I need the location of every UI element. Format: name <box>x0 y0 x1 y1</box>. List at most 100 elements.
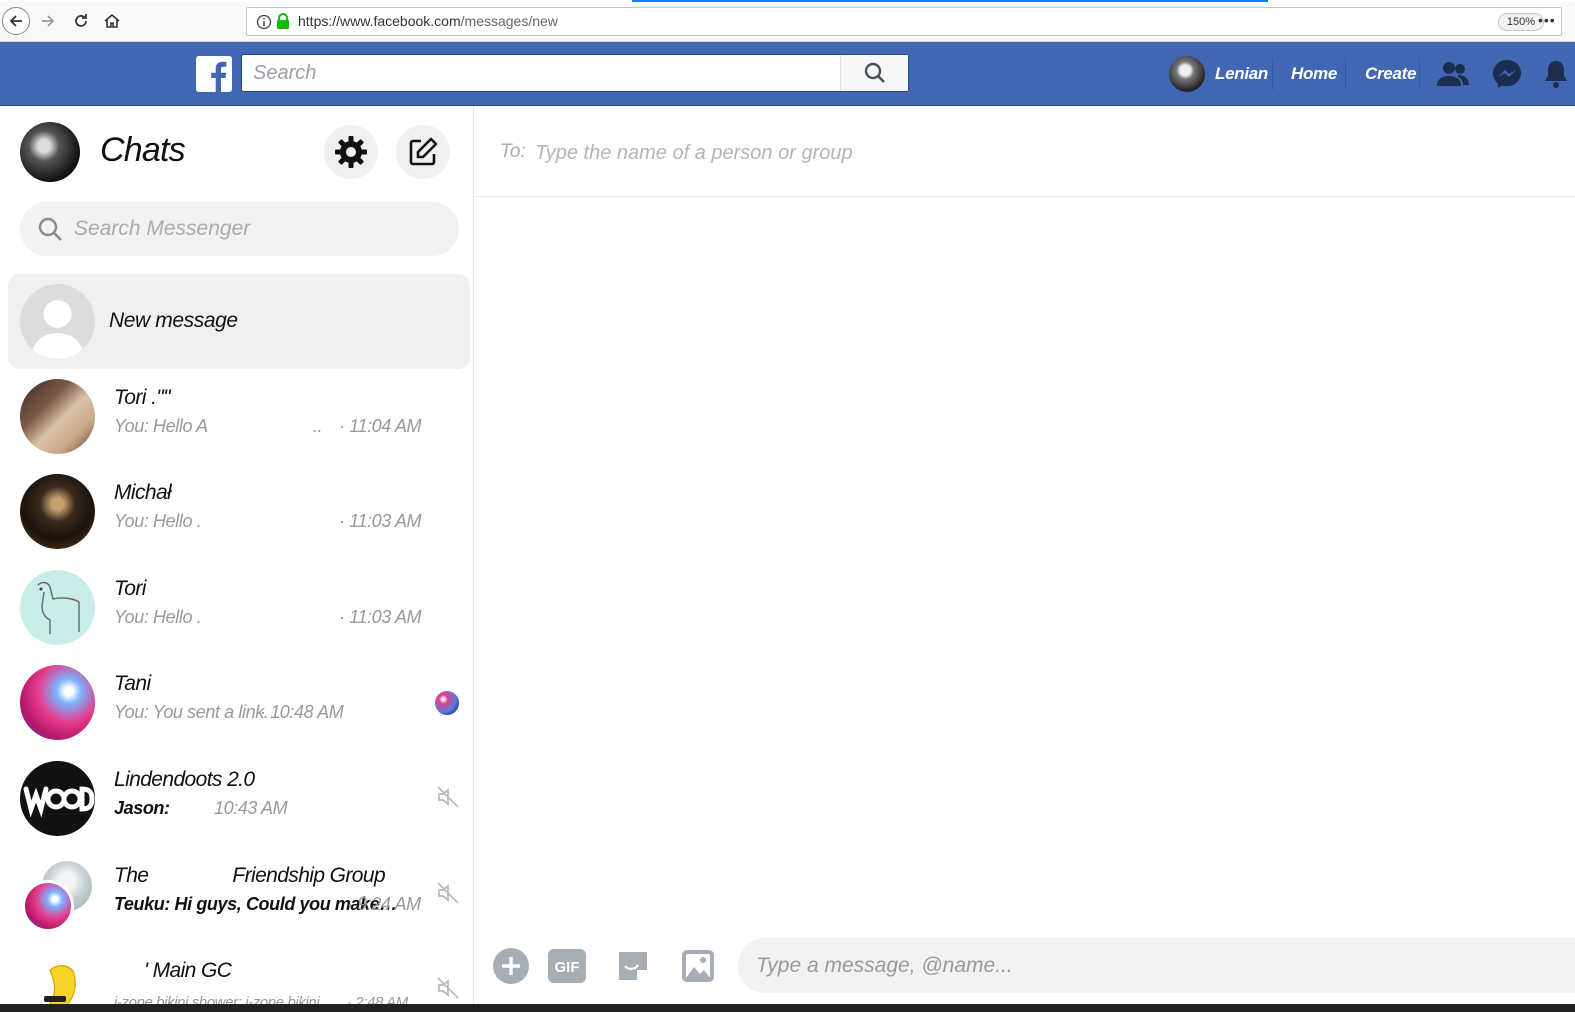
messenger-search <box>20 202 459 256</box>
friend-requests-button[interactable] <box>1435 56 1471 92</box>
search-messenger-input[interactable] <box>74 202 444 256</box>
chat-name: Tani <box>114 672 151 695</box>
url-host: https://www.facebook.com <box>298 13 461 29</box>
chat-name: Lindendoots 2.0 <box>114 768 255 791</box>
arrow-right-icon <box>42 15 55 27</box>
page-actions-menu[interactable]: ••• <box>1538 12 1556 28</box>
recipient-input[interactable] <box>535 133 1235 173</box>
more-actions-button[interactable] <box>491 946 531 986</box>
avatar[interactable] <box>20 122 80 182</box>
notifications-button[interactable] <box>1541 56 1575 92</box>
message-input[interactable] <box>756 938 1536 993</box>
messenger-icon <box>1493 60 1521 88</box>
chat-name: Tori <box>114 577 146 600</box>
list-item[interactable]: ' Main GC i-zone bikini shower: i-zone b… <box>8 942 470 1012</box>
photo-button[interactable] <box>678 946 718 986</box>
chat-time: · 10:48 AM <box>260 702 344 722</box>
facebook-search-input[interactable] <box>242 55 840 91</box>
friends-icon <box>1437 62 1469 86</box>
home-button[interactable] <box>98 7 126 35</box>
avatar <box>20 761 95 836</box>
facebook-f-icon <box>196 56 232 92</box>
divider <box>1419 58 1420 90</box>
gif-icon: GIF <box>548 949 586 983</box>
muted-icon[interactable] <box>436 785 460 809</box>
avatar <box>1169 56 1205 92</box>
list-item[interactable]: Tani You: You sent a link. · 10:48 AM <box>8 655 470 750</box>
seen-avatar-icon <box>435 691 459 715</box>
avatar <box>20 570 95 645</box>
chat-snippet: Jason: <box>114 798 170 818</box>
chat-time: · 11:03 AM <box>339 607 422 627</box>
chat-name: The Friendship Group <box>114 864 386 888</box>
taskbar-edge <box>0 1004 1575 1012</box>
new-message-item[interactable]: New message <box>8 274 470 369</box>
divider <box>1345 58 1346 90</box>
browser-toolbar: https://www.facebook.com/messages/new 15… <box>0 0 1575 42</box>
chat-snippet: You: You sent a link. <box>114 702 269 722</box>
muted-icon[interactable] <box>436 881 460 905</box>
facebook-logo[interactable] <box>196 56 232 92</box>
recipient-bar: To: <box>475 107 1575 197</box>
tab-strip <box>0 0 1575 2</box>
chats-sidebar: Chats New message Tori ."" You: Hello A … <box>0 107 474 1012</box>
chat-time: · 11:03 AM <box>339 511 422 531</box>
chat-snippet: You: Hello A <box>114 416 208 436</box>
profile-name: Lenian <box>1215 64 1268 83</box>
lock-icon <box>277 13 289 29</box>
muted-icon[interactable] <box>436 976 460 1000</box>
avatar <box>22 880 74 932</box>
list-item[interactable]: Michał You: Hello . · 11:03 AM <box>8 464 470 559</box>
gif-button[interactable]: GIF <box>547 946 587 986</box>
chat-name: Tori ."" <box>114 386 171 409</box>
active-tab-indicator <box>632 0 1268 2</box>
avatar <box>20 665 95 740</box>
address-bar[interactable]: https://www.facebook.com/messages/new 15… <box>246 7 1562 36</box>
create-link[interactable]: Create <box>1365 64 1416 84</box>
svg-text:GIF: GIF <box>555 959 580 976</box>
chat-time: · 11:04 AM <box>339 416 422 436</box>
list-item[interactable]: Tori You: Hello . · 11:03 AM <box>8 560 470 655</box>
profile-link[interactable]: Lenian <box>1169 56 1268 92</box>
gear-icon <box>335 136 367 168</box>
chat-time: 10:43 AM <box>214 798 288 818</box>
arrow-left-icon <box>9 15 22 27</box>
avatar <box>20 474 95 549</box>
reload-button[interactable] <box>67 7 95 35</box>
search-icon <box>864 62 885 83</box>
plus-circle-icon <box>493 948 529 984</box>
sticker-icon <box>619 952 647 980</box>
message-field <box>738 938 1575 993</box>
chat-snippet-ellipsis: .. <box>313 416 323 436</box>
facebook-search-box <box>241 54 909 92</box>
back-button[interactable] <box>2 7 30 35</box>
facebook-search-button[interactable] <box>840 55 908 91</box>
chat-name: ' Main GC <box>144 959 232 982</box>
chat-time: · 9:24 AM <box>347 894 421 914</box>
avatar <box>20 952 95 1012</box>
compose-button[interactable] <box>396 125 450 179</box>
url-text: https://www.facebook.com/messages/new <box>298 13 558 29</box>
list-item[interactable]: The Friendship Group Teuku: Hi guys, Coul… <box>8 847 470 942</box>
home-link[interactable]: Home <box>1291 64 1337 84</box>
forward-button[interactable] <box>34 7 62 35</box>
chat-name-prefix: The <box>114 864 149 887</box>
list-item[interactable]: Lindendoots 2.0 Jason: 10:43 AM <box>8 751 470 846</box>
settings-button[interactable] <box>324 125 378 179</box>
compose-icon <box>409 137 438 166</box>
wood-logo-icon <box>23 786 95 818</box>
facebook-header: Lenian Home Create <box>0 42 1575 106</box>
banana-icon <box>41 965 76 1012</box>
avatar <box>20 379 95 454</box>
home-icon <box>104 13 120 28</box>
list-item[interactable]: Tori ."" You: Hello A .. · 11:04 AM <box>8 369 470 464</box>
chat-name: Michał <box>114 481 172 504</box>
page-title: Chats <box>100 131 186 169</box>
chat-snippet: You: Hello . <box>114 511 202 531</box>
llama-drawing-icon <box>37 581 80 634</box>
divider <box>1272 58 1273 90</box>
messenger-button[interactable] <box>1489 56 1525 92</box>
chat-snippet: You: Hello . <box>114 607 202 627</box>
to-label: To: <box>500 141 526 162</box>
sticker-button[interactable] <box>613 946 653 986</box>
